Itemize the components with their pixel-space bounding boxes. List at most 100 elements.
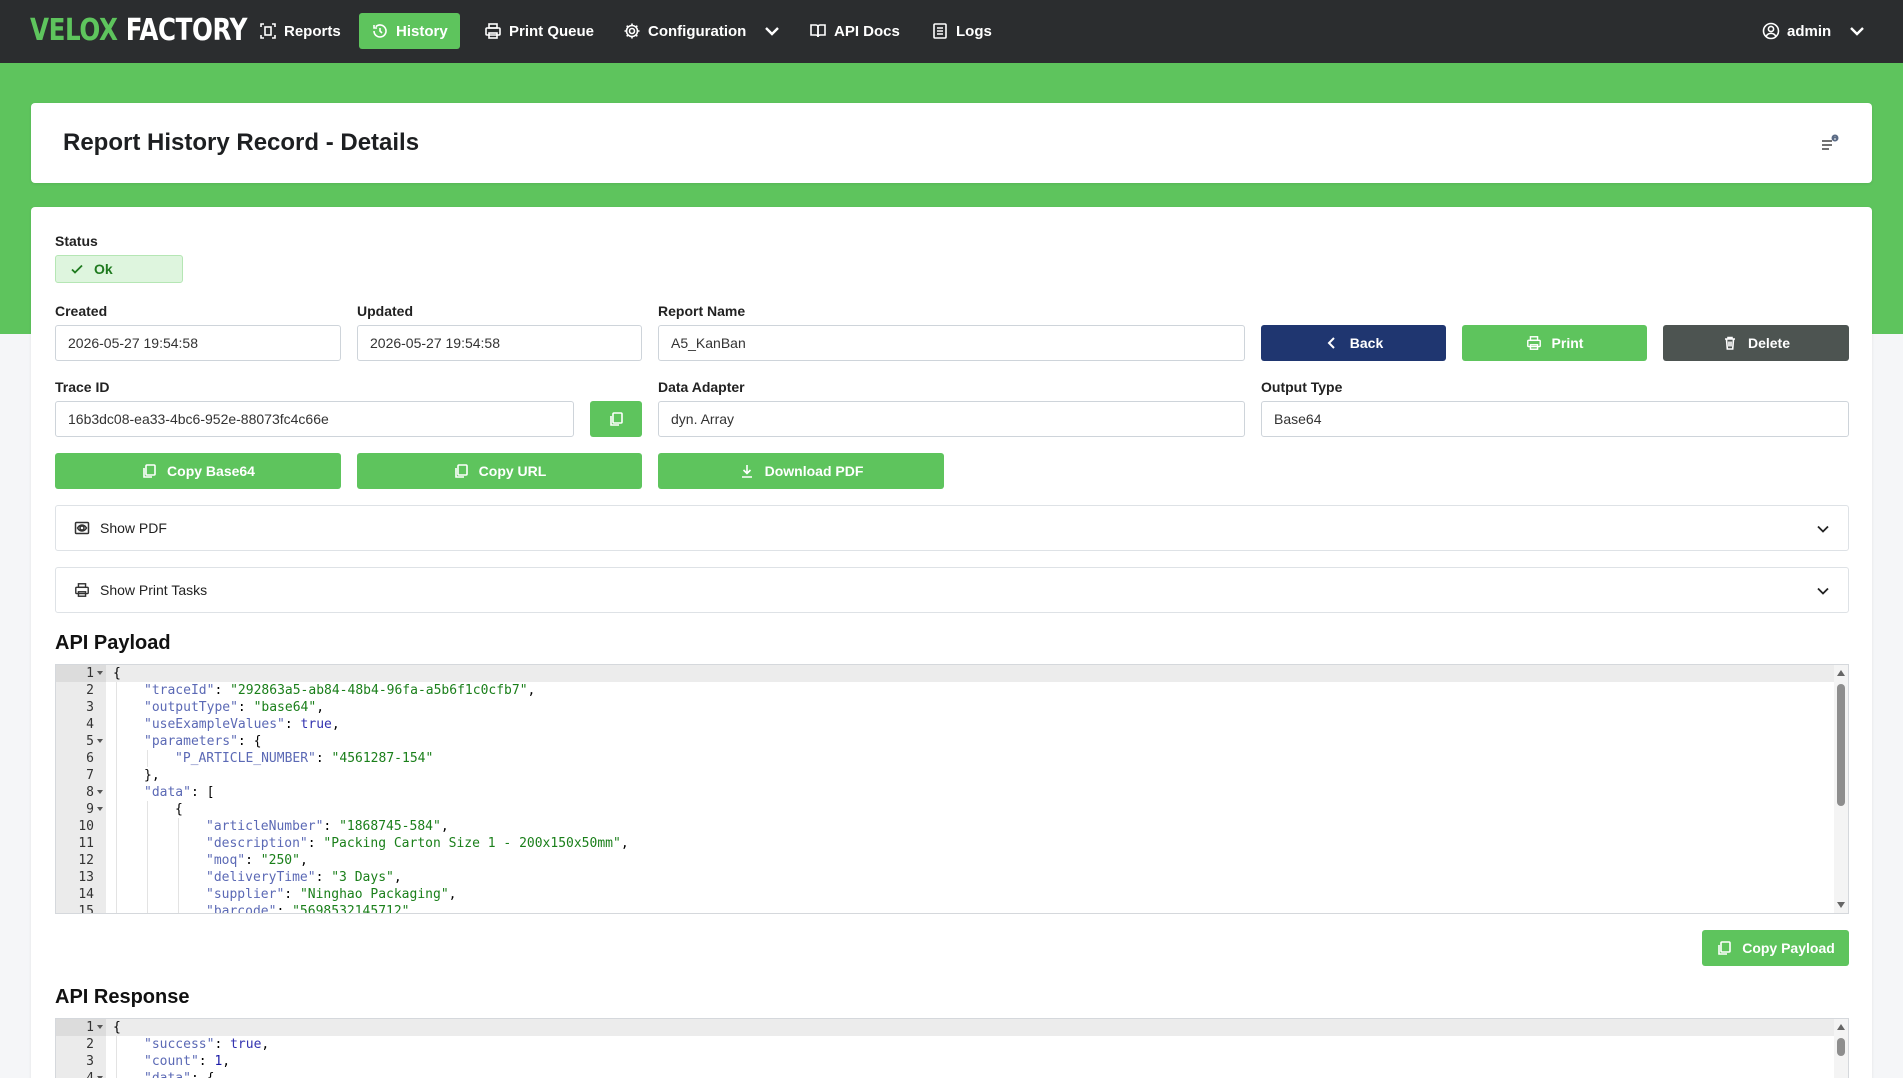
list-info-icon[interactable] — [1820, 133, 1840, 153]
editor-scrollbar[interactable] — [1834, 665, 1848, 913]
chevron-down-icon — [765, 27, 780, 36]
status-value: Ok — [94, 261, 113, 277]
gear-icon — [624, 23, 640, 39]
delete-button[interactable]: Delete — [1663, 325, 1849, 361]
nav-print-queue[interactable]: Print Queue — [472, 13, 606, 49]
indent-guide — [178, 835, 179, 852]
indent-guide — [116, 784, 117, 801]
nav-logs[interactable]: Logs — [919, 13, 1004, 49]
show-pdf-label: Show PDF — [100, 520, 167, 536]
user-menu[interactable]: admin — [1750, 13, 1878, 49]
nav-history[interactable]: History — [359, 13, 460, 49]
show-print-tasks-label: Show Print Tasks — [100, 582, 208, 598]
scrollbar-thumb[interactable] — [1837, 1038, 1845, 1056]
top-navbar: VELOX FACTORY Reports History Print Queu… — [0, 0, 1903, 63]
code-line: 4 "useExampleValues": true, — [56, 716, 1826, 733]
nav-api-docs[interactable]: API Docs — [797, 13, 912, 49]
nav-reports-label: Reports — [284, 22, 341, 40]
indent-guide — [178, 886, 179, 903]
indent-guide — [147, 835, 148, 852]
fold-toggle-icon[interactable] — [97, 738, 103, 744]
delete-label: Delete — [1747, 335, 1791, 351]
code-line: 6 "P_ARTICLE_NUMBER": "4561287-154" — [56, 750, 1826, 767]
reports-icon — [260, 23, 276, 39]
created-field[interactable]: 2026-05-27 19:54:58 — [55, 325, 341, 361]
trace-id-field[interactable]: 16b3dc08-ea33-4bc6-952e-88073fc4c66e — [55, 401, 574, 437]
brand-logo[interactable]: VELOX FACTORY — [30, 13, 247, 49]
copy-url-label: Copy URL — [478, 463, 547, 479]
trash-icon — [1724, 336, 1735, 350]
chevron-down-icon — [1850, 27, 1865, 36]
copy-base64-button[interactable]: Copy Base64 — [55, 453, 341, 489]
code-line: 15 "barcode": "5698532145712" — [56, 903, 1826, 913]
copy-payload-button[interactable]: Copy Payload — [1702, 930, 1849, 966]
editor-scrollbar[interactable] — [1834, 1019, 1848, 1078]
copy-icon — [1718, 941, 1732, 955]
copy-icon — [143, 464, 156, 478]
indent-guide — [147, 801, 148, 818]
book-icon — [810, 24, 826, 38]
fold-toggle-icon[interactable] — [97, 670, 103, 676]
data-adapter-field[interactable]: dyn. Array — [658, 401, 1245, 437]
api-response-editor[interactable]: 1{2"success": true,3"count": 1,4"data": … — [55, 1018, 1849, 1078]
indent-guide — [178, 903, 179, 913]
indent-guide — [147, 869, 148, 886]
indent-guide — [116, 682, 117, 699]
scroll-up-arrow[interactable] — [1837, 670, 1845, 676]
api-payload-editor[interactable]: 1{2 "traceId": "292863a5-ab84-48b4-96fa-a… — [55, 664, 1849, 914]
code-text: "supplier": "Ninghao Packaging", — [206, 887, 457, 902]
code-text: "parameters": { — [144, 734, 262, 749]
user-icon — [1762, 22, 1780, 40]
indent-guide — [116, 835, 117, 852]
chevron-down-icon — [1817, 587, 1829, 595]
copy-icon — [610, 412, 623, 426]
indent-guide — [178, 818, 179, 835]
nav-reports[interactable]: Reports — [247, 13, 353, 49]
show-print-tasks-accordion[interactable]: Show Print Tasks — [55, 567, 1849, 613]
line-number: 12 — [78, 853, 94, 868]
logs-icon — [933, 23, 947, 39]
report-name-field[interactable]: A5_KanBan — [658, 325, 1245, 361]
code-line: 14 "supplier": "Ninghao Packaging", — [56, 886, 1826, 903]
code-text: "useExampleValues": true, — [144, 717, 340, 732]
user-name: admin — [1787, 22, 1832, 40]
scroll-down-arrow[interactable] — [1837, 902, 1845, 908]
trace-id-label: Trace ID — [55, 379, 110, 395]
scroll-up-arrow[interactable] — [1837, 1024, 1845, 1030]
nav-configuration[interactable]: Configuration — [611, 13, 793, 49]
status-badge: Ok — [55, 255, 183, 283]
copy-payload-label: Copy Payload — [1742, 940, 1835, 956]
api-payload-title: API Payload — [55, 632, 171, 654]
pdf-view-icon — [74, 521, 90, 535]
output-type-label: Output Type — [1261, 379, 1343, 395]
fold-toggle-icon[interactable] — [97, 789, 103, 795]
printer-icon — [75, 583, 89, 597]
code-text: { — [175, 802, 183, 817]
indent-guide — [116, 716, 117, 733]
code-line: 4 "data": { — [56, 1070, 1826, 1078]
updated-field[interactable]: 2026-05-27 19:54:58 — [357, 325, 642, 361]
code-line: 11 "description": "Packing Carton Size 1 … — [56, 835, 1826, 852]
output-type-field[interactable]: Base64 — [1261, 401, 1849, 437]
scrollbar-thumb[interactable] — [1837, 684, 1845, 806]
download-pdf-button[interactable]: Download PDF — [658, 453, 944, 489]
page-title: Report History Record - Details — [63, 129, 420, 156]
copy-trace-id-button[interactable] — [590, 401, 642, 437]
copy-url-button[interactable]: Copy URL — [357, 453, 642, 489]
show-pdf-accordion[interactable]: Show PDF — [55, 505, 1849, 551]
line-number: 3 — [86, 1054, 94, 1069]
print-button[interactable]: Print — [1462, 325, 1647, 361]
code-line: 2 "success": true, — [56, 1036, 1826, 1053]
fold-toggle-icon[interactable] — [97, 1024, 103, 1030]
fold-toggle-icon[interactable] — [97, 806, 103, 812]
indent-guide — [116, 869, 117, 886]
nav-api-docs-label: API Docs — [834, 22, 900, 40]
code-text: "success": true, — [144, 1037, 270, 1052]
indent-guide — [178, 869, 179, 886]
back-label: Back — [1349, 335, 1384, 351]
back-button[interactable]: Back — [1261, 325, 1446, 361]
indent-guide — [147, 886, 148, 903]
line-number: 2 — [86, 1037, 94, 1052]
code-text: { — [113, 1020, 121, 1035]
indent-guide — [116, 852, 117, 869]
